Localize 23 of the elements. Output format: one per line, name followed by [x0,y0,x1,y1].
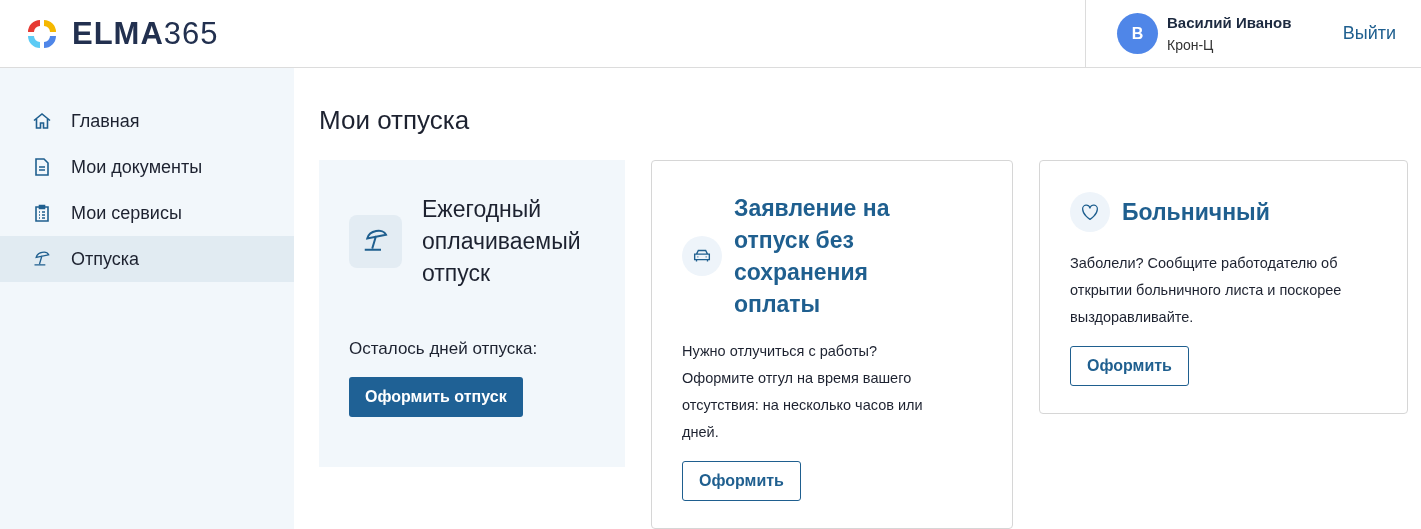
home-icon [32,111,52,131]
card-title: Заявление на отпуск без сохранения оплаты [734,194,891,319]
card-description: Нужно отлучиться с работы? Оформите отгул на время вашего отсутствия: на несколько часов или дней. [682,342,924,442]
sidebar-item[interactable]: Мои документы [0,144,294,190]
sidebar-item[interactable]: Главная [0,98,294,144]
sidebar-item[interactable]: Мои сервисы [0,190,294,236]
sidebar-item[interactable]: Отпуска [0,236,294,282]
clipboard-icon [32,203,52,223]
heart-icon [1079,201,1101,223]
user-company: Крон-Ц [1167,37,1215,53]
logout-link[interactable]: Выйти [1342,23,1396,44]
user-avatar: В [1117,13,1158,54]
apply-button[interactable]: Оформить [682,461,801,501]
apply-button[interactable]: Оформить [1070,346,1189,386]
card-title: Ежегодный оплачиваемый отпуск [422,195,582,288]
apply-button[interactable]: Оформить отпуск [349,377,523,417]
days-left-label: Осталось дней отпуска: [349,339,539,359]
card-title: Больничный [1122,198,1270,227]
logo-text: ELMA365 [72,15,219,52]
page-title: Мои отпуска [319,105,471,136]
document-icon [32,157,52,177]
card-description: Заболели? Сообщите работодателю об открытии больничного листа и поскорее выздоравливайте. [1070,254,1343,327]
user-name: Василий Иванов [1167,14,1293,31]
